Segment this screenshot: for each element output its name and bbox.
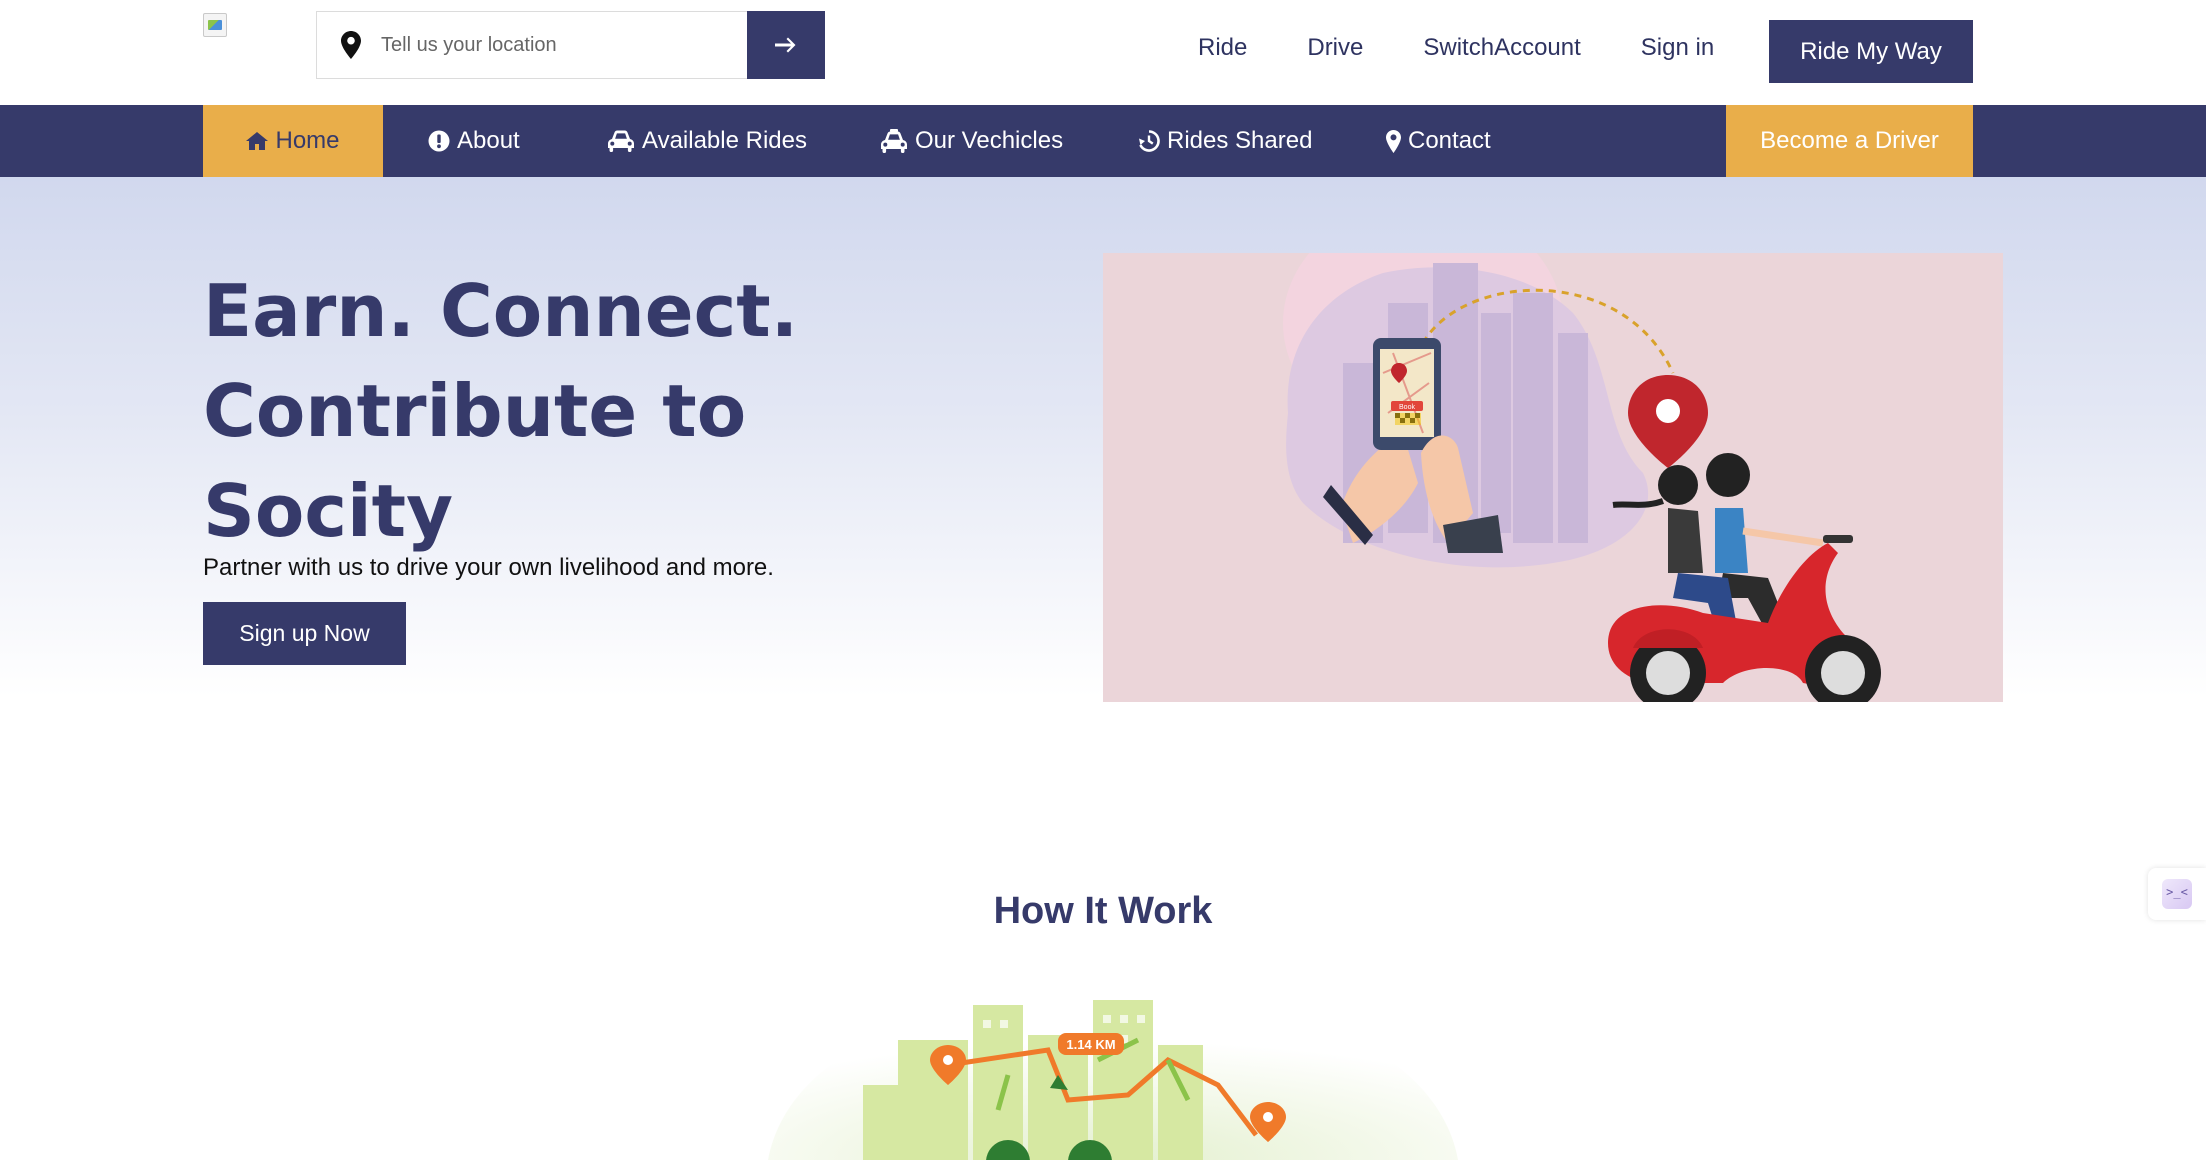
- illustration-graphic: Book: [1283, 253, 1881, 702]
- how-it-works-illustration: 1.14 KM: [768, 990, 1458, 1160]
- nav-item-about[interactable]: About: [428, 105, 520, 177]
- nav-item-label: Our Vechicles: [915, 127, 1064, 154]
- assistant-face-icon: >_<: [2162, 879, 2192, 909]
- ride-my-way-button[interactable]: Ride My Way: [1769, 20, 1973, 83]
- nav-item-label: Rides Shared: [1167, 127, 1313, 154]
- nav-item-rides-shared[interactable]: Rides Shared: [1138, 105, 1312, 177]
- hero-title: Earn. Connect. Contribute to Socity: [203, 261, 903, 561]
- info-icon: [428, 130, 450, 152]
- top-header: Ride Drive SwitchAccount Sign in Ride My…: [0, 0, 2206, 105]
- history-icon: [1139, 130, 1160, 152]
- floating-assistant-widget[interactable]: >_<: [2148, 868, 2206, 920]
- main-nav: Home About Available Rides Our Vechicles…: [0, 105, 2206, 177]
- home-icon: [246, 132, 269, 150]
- how-it-works-heading: How It Work: [993, 890, 1213, 932]
- nav-item-home[interactable]: Home: [203, 105, 383, 177]
- nav-item-contact[interactable]: Contact: [1386, 105, 1491, 177]
- location-input[interactable]: [381, 33, 721, 57]
- nav-item-label: About: [457, 127, 520, 154]
- sign-up-now-button[interactable]: Sign up Now: [203, 602, 406, 665]
- nav-item-available-rides[interactable]: Available Rides: [607, 105, 807, 177]
- hero-subtitle: Partner with us to drive your own liveli…: [203, 554, 774, 581]
- arrow-right-icon: [775, 37, 796, 53]
- location-submit-button[interactable]: [747, 11, 825, 79]
- hero-section: Earn. Connect. Contribute to Socity Part…: [0, 177, 2206, 702]
- map-marker-icon: [1386, 129, 1401, 153]
- sign-in-link[interactable]: Sign in: [1641, 34, 1714, 62]
- drive-link[interactable]: Drive: [1307, 34, 1363, 62]
- hero-title-line-3: Socity: [203, 469, 454, 553]
- ride-link[interactable]: Ride: [1198, 34, 1247, 62]
- nav-item-label: Contact: [1408, 127, 1491, 154]
- illustration-book-label: Book: [1399, 404, 1415, 411]
- broken-logo-image[interactable]: [203, 13, 227, 37]
- switch-account-link[interactable]: SwitchAccount: [1423, 34, 1580, 62]
- become-driver-button[interactable]: Become a Driver: [1726, 105, 1973, 177]
- nav-item-label: Home: [275, 127, 340, 154]
- route-distance-label: 1.14 KM: [1066, 1037, 1115, 1052]
- nav-item-label: Available Rides: [642, 127, 807, 154]
- top-links: Ride Drive SwitchAccount Sign in: [1198, 34, 1774, 62]
- nav-item-our-vehicles[interactable]: Our Vechicles: [880, 105, 1063, 177]
- car-icon: [608, 130, 634, 152]
- hero-title-line-2: Contribute to: [203, 369, 747, 453]
- scooter-ride-illustration: Book: [1103, 253, 2003, 702]
- location-search-box: [316, 11, 748, 79]
- taxi-icon: [881, 129, 907, 153]
- map-pin-icon: [341, 31, 361, 59]
- hero-title-line-1: Earn. Connect.: [203, 269, 799, 353]
- route-map-graphic: 1.14 KM: [768, 990, 1458, 1160]
